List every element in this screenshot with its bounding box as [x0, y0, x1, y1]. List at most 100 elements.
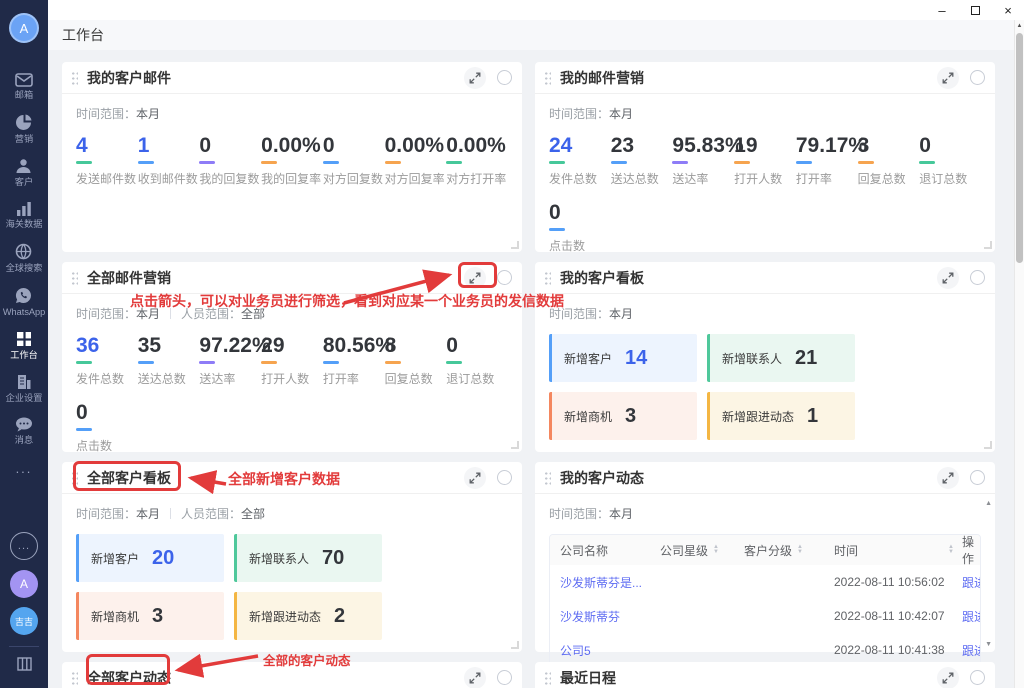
- scroll-down-icon[interactable]: ▼: [985, 641, 992, 648]
- drag-handle-icon[interactable]: [544, 271, 551, 285]
- sidebar-item-workspace[interactable]: 工作台: [9, 331, 39, 361]
- minimize-button[interactable]: –: [934, 2, 950, 18]
- chat-bubble-icon: [15, 417, 33, 432]
- row-time: 2022-08-11 10:56:02: [834, 575, 945, 589]
- card-title: 全部邮件营销: [87, 268, 171, 288]
- expand-button[interactable]: [937, 467, 959, 489]
- globe-icon: [15, 243, 32, 260]
- expand-button[interactable]: [464, 667, 486, 688]
- resize-corner[interactable]: [511, 241, 519, 249]
- resize-corner[interactable]: [984, 441, 992, 449]
- refresh-icon[interactable]: [970, 270, 985, 285]
- scrollbar-thumb[interactable]: [1016, 33, 1023, 263]
- user-icon: [15, 158, 32, 174]
- follow-up-link[interactable]: 跟进: [962, 574, 981, 591]
- sidebar-item-customers[interactable]: 客户: [14, 158, 34, 188]
- page-scrollbar[interactable]: ▲: [1014, 20, 1024, 688]
- table-header-row: 公司名称 公司星级▲▼ 客户分级▲▼ 时间▲▼ 操作: [550, 535, 980, 565]
- pie-chart-icon: [15, 114, 32, 131]
- expand-icon: [942, 72, 954, 84]
- sidebar-item-global-search[interactable]: 全球搜索: [4, 243, 44, 274]
- stat-item: 24发件总数: [549, 134, 611, 187]
- account-avatar-a[interactable]: A: [10, 570, 38, 598]
- refresh-icon[interactable]: [970, 470, 985, 485]
- follow-up-link[interactable]: 跟进: [962, 608, 981, 625]
- drag-handle-icon[interactable]: [544, 671, 551, 685]
- company-link[interactable]: 沙发斯蒂芬: [560, 610, 620, 624]
- expand-button[interactable]: [464, 67, 486, 89]
- time-range: 时间范围：本月 人员范围：全部: [76, 305, 508, 322]
- refresh-icon[interactable]: [497, 70, 512, 85]
- sidebar-item-label: WhatsApp: [3, 307, 45, 317]
- stat-item: 3回复总数: [858, 134, 920, 187]
- page-title: 工作台: [62, 25, 104, 45]
- user-avatar[interactable]: A: [9, 13, 39, 43]
- tile-new-customers: 新增客户20: [76, 534, 224, 582]
- window-controls: – ×: [934, 2, 1016, 18]
- refresh-icon[interactable]: [497, 670, 512, 685]
- stat-item: 0退订总数: [919, 134, 981, 187]
- sort-icon[interactable]: ▲▼: [713, 545, 719, 555]
- sort-icon[interactable]: ▲▼: [797, 545, 803, 555]
- resize-corner[interactable]: [511, 641, 519, 649]
- sidebar: A 邮箱 营销 客户: [0, 0, 48, 688]
- scroll-up-icon[interactable]: ▲: [1015, 23, 1024, 29]
- follow-up-link[interactable]: 跟进: [962, 642, 981, 659]
- expand-button[interactable]: [464, 267, 486, 289]
- sidebar-item-enterprise-settings[interactable]: 企业设置: [4, 374, 44, 404]
- scroll-up-icon[interactable]: ▲: [985, 500, 992, 507]
- close-button[interactable]: ×: [1000, 2, 1016, 18]
- sidebar-item-customs-data[interactable]: 海关数据: [4, 201, 44, 230]
- sidebar-item-label: 工作台: [10, 350, 38, 360]
- sidebar-more-ellipsis[interactable]: ...: [16, 461, 33, 476]
- window-titlebar: – ×: [48, 0, 1024, 20]
- stat-item: 80.56%打开率: [323, 334, 385, 387]
- drag-handle-icon[interactable]: [71, 671, 78, 685]
- time-range: 时间范围：本月: [76, 105, 508, 122]
- drag-handle-icon[interactable]: [544, 71, 551, 85]
- card-title: 我的客户动态: [560, 468, 644, 488]
- sidebar-item-messages[interactable]: 消息: [14, 417, 34, 446]
- company-link[interactable]: 沙发斯蒂芬是...: [560, 576, 642, 590]
- card-title: 我的邮件营销: [560, 68, 644, 88]
- refresh-icon[interactable]: [497, 270, 512, 285]
- stats-row: 4发送邮件数 1收到邮件数 0我的回复数 0.00%我的回复率 0对方回复数 0…: [76, 134, 508, 187]
- expand-button[interactable]: [464, 467, 486, 489]
- maximize-button[interactable]: [967, 2, 983, 18]
- expand-button[interactable]: [937, 667, 959, 688]
- sidebar-item-whatsapp[interactable]: WhatsApp: [1, 287, 47, 318]
- resize-corner[interactable]: [511, 441, 519, 449]
- stat-item: 95.83%送达率: [672, 134, 734, 187]
- company-link[interactable]: 公司5: [560, 644, 591, 658]
- apps-panel-icon[interactable]: [17, 657, 32, 676]
- expand-button[interactable]: [937, 267, 959, 289]
- time-range: 时间范围：本月 人员范围：全部: [76, 505, 508, 522]
- more-accounts-button[interactable]: ...: [10, 532, 38, 560]
- page-header: 工作台: [48, 20, 1024, 50]
- refresh-icon[interactable]: [970, 670, 985, 685]
- card-title: 最近日程: [560, 668, 616, 688]
- drag-handle-icon[interactable]: [71, 271, 78, 285]
- sort-icon[interactable]: ▲▼: [948, 545, 954, 555]
- card-header: 我的邮件营销: [535, 62, 995, 94]
- drag-handle-icon[interactable]: [544, 471, 551, 485]
- account-avatar-jiji[interactable]: 吉吉: [10, 607, 38, 635]
- sidebar-item-marketing[interactable]: 营销: [14, 114, 34, 145]
- stats-row: 36发件总数 35送达总数 97.22%送达率 29打开人数 80.56%打开率…: [76, 334, 508, 454]
- sidebar-item-mail[interactable]: 邮箱: [14, 73, 34, 101]
- stat-item: 19打开人数: [734, 134, 796, 187]
- activity-table: 公司名称 公司星级▲▼ 客户分级▲▼ 时间▲▼ 操作 沙发斯蒂芬是... 202…: [549, 534, 981, 668]
- drag-handle-icon[interactable]: [71, 71, 78, 85]
- card-recent-schedule: 最近日程: [535, 662, 995, 688]
- refresh-icon[interactable]: [497, 470, 512, 485]
- card-my-customer-activity: 我的客户动态 时间范围：本月 公司名称 公司星级▲▼: [535, 462, 995, 652]
- stat-item: 8回复总数: [385, 334, 447, 387]
- tile-new-contacts: 新增联系人21: [707, 334, 855, 382]
- card-header: 全部客户动态: [62, 662, 522, 688]
- drag-handle-icon[interactable]: [71, 471, 78, 485]
- resize-corner[interactable]: [984, 241, 992, 249]
- expand-icon: [942, 672, 954, 684]
- refresh-icon[interactable]: [970, 70, 985, 85]
- row-time: 2022-08-11 10:41:38: [834, 643, 945, 657]
- expand-button[interactable]: [937, 67, 959, 89]
